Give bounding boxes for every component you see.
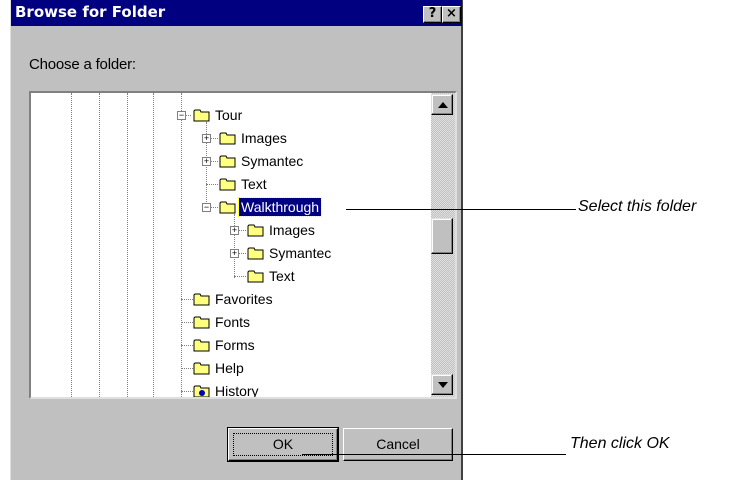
ok-button[interactable]: OK: [227, 427, 339, 462]
tree-item-forms[interactable]: Forms: [213, 336, 257, 354]
arrow-up-icon: [438, 102, 448, 108]
callout-line-ok: [302, 454, 566, 455]
tree-item-images[interactable]: Images: [239, 129, 289, 147]
tree-item-walkthrough[interactable]: Walkthrough: [237, 197, 323, 217]
tree-item-fonts[interactable]: Fonts: [213, 313, 252, 331]
arrow-down-icon: [438, 382, 448, 388]
tree-guide: [234, 214, 235, 278]
tree-item-help[interactable]: Help: [213, 359, 246, 377]
tree-connector: [181, 322, 193, 323]
tree-connector: [181, 299, 193, 300]
tree-item-text[interactable]: Text: [267, 267, 297, 285]
close-button[interactable]: ×: [442, 6, 461, 23]
title-bar[interactable]: Browse for Folder ? ×: [11, 0, 462, 26]
tree-canvas: − Tour + Images + Symantec Text − Walkth…: [31, 93, 431, 397]
expand-icon[interactable]: +: [202, 157, 211, 166]
cancel-button[interactable]: Cancel: [343, 428, 453, 461]
callout-click-ok: Then click OK: [570, 435, 670, 452]
tree-item-favorites[interactable]: Favorites: [213, 290, 275, 308]
tree-item-images[interactable]: Images: [267, 221, 317, 239]
folder-icon: [219, 132, 236, 145]
folder-icon: [219, 155, 236, 168]
scroll-up-button[interactable]: [431, 94, 453, 115]
scroll-down-button[interactable]: [431, 374, 453, 395]
open-folder-icon: [219, 201, 236, 214]
tree-item-history[interactable]: History: [213, 382, 261, 397]
folder-icon: [193, 362, 210, 375]
open-folder-icon: [193, 109, 210, 122]
folder-icon: [247, 270, 264, 283]
tree-item-symantec[interactable]: Symantec: [239, 152, 305, 170]
tree-connector: [181, 391, 193, 392]
folder-icon: [247, 224, 264, 237]
tree-connector: [234, 276, 246, 277]
expand-icon[interactable]: +: [202, 134, 211, 143]
scrollbar-thumb[interactable]: [431, 218, 453, 254]
ok-label: OK: [272, 436, 294, 452]
tree-guide: [127, 93, 128, 397]
tree-item-tour[interactable]: Tour: [213, 106, 244, 124]
collapse-icon[interactable]: −: [202, 203, 211, 212]
vertical-scrollbar[interactable]: [431, 93, 455, 397]
tree-connector: [181, 368, 193, 369]
browse-for-folder-dialog: Browse for Folder ? × Choose a folder: −…: [10, 0, 463, 480]
tree-guide: [71, 93, 72, 397]
tree-item-text[interactable]: Text: [239, 175, 269, 193]
choose-folder-prompt: Choose a folder:: [29, 56, 136, 73]
history-folder-icon: [193, 385, 210, 397]
help-button[interactable]: ?: [423, 6, 442, 23]
collapse-icon[interactable]: −: [177, 111, 186, 120]
folder-icon: [193, 339, 210, 352]
expand-icon[interactable]: +: [230, 249, 239, 258]
folder-icon: [219, 178, 236, 191]
tree-guide: [99, 93, 100, 397]
tree-guide: [153, 93, 154, 397]
cancel-label: Cancel: [376, 436, 420, 452]
expand-icon[interactable]: +: [230, 226, 239, 235]
tree-connector: [206, 184, 218, 185]
callout-line-select: [346, 209, 576, 210]
folder-icon: [193, 316, 210, 329]
tree-item-symantec[interactable]: Symantec: [267, 244, 333, 262]
folder-icon: [193, 293, 210, 306]
tree-connector: [181, 345, 193, 346]
tree-guide: [181, 93, 182, 397]
folder-icon: [247, 247, 264, 260]
callout-select-folder: Select this folder: [578, 198, 697, 215]
folder-tree[interactable]: − Tour + Images + Symantec Text − Walkth…: [29, 91, 457, 399]
dialog-title: Browse for Folder: [15, 3, 166, 21]
